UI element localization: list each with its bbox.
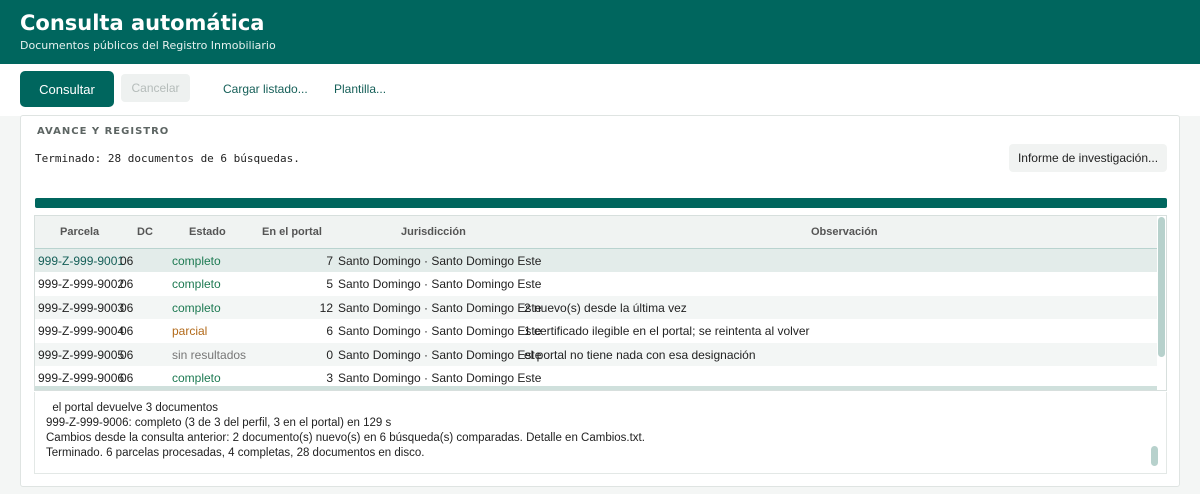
status-text: Terminado: 28 documentos de 6 búsquedas. (35, 152, 300, 165)
cell-parcela: 999-Z-999-9002 (38, 277, 125, 292)
page-title: Consulta automática (20, 11, 265, 35)
cell-jurisdiccion: Santo Domingo · Santo Domingo Este (338, 324, 542, 339)
cell-dc: 06 (120, 371, 134, 385)
consultar-button[interactable]: Consultar (20, 71, 114, 107)
cell-jurisdiccion: Santo Domingo · Santo Domingo Este (338, 347, 542, 362)
table-vertical-scrollbar[interactable] (1158, 217, 1165, 357)
table-row[interactable]: 999-Z-999-9005 06 sin resultados 0 Santo… (35, 342, 1157, 366)
cell-estado: completo (172, 300, 221, 315)
cell-parcela: 999-Z-999-9004 (38, 324, 125, 339)
informe-investigacion-button[interactable]: Informe de investigación... (1009, 144, 1167, 172)
cell-jurisdiccion: Santo Domingo · Santo Domingo Este (338, 300, 542, 315)
cell-dc: 06 (120, 277, 134, 292)
app-header: Consulta automática Documentos públicos … (0, 0, 1200, 64)
table-row[interactable]: 999-Z-999-9003 06 completo 12 Santo Domi… (35, 295, 1157, 320)
cell-dc: 06 (120, 347, 134, 362)
table-row[interactable]: 999-Z-999-9001 06 completo 7 Santo Domin… (35, 249, 1157, 273)
page-subtitle: Documentos públicos del Registro Inmobil… (20, 39, 276, 52)
cell-estado: completo (172, 277, 221, 292)
cell-jurisdiccion: Santo Domingo · Santo Domingo Este (338, 254, 542, 268)
results-table[interactable]: Parcela DC Estado En el portal Jurisdicc… (34, 215, 1167, 391)
cell-portal: 0 (326, 347, 333, 362)
cell-parcela: 999-Z-999-9005 (38, 347, 125, 362)
cell-portal: 3 (326, 371, 333, 385)
cell-parcela: 999-Z-999-9001 (38, 254, 125, 268)
progress-bar (35, 198, 1167, 208)
cell-jurisdiccion: Santo Domingo · Santo Domingo Este (338, 371, 542, 385)
column-header-portal[interactable]: En el portal (262, 226, 322, 238)
cell-portal: 12 (319, 300, 333, 315)
cell-estado: parcial (172, 324, 208, 339)
cell-observacion: el portal no tiene nada con esa designac… (524, 347, 756, 362)
column-header-estado[interactable]: Estado (189, 226, 226, 238)
log-area[interactable]: el portal devuelve 3 documentos 999-Z-99… (34, 392, 1167, 474)
progress-bar-fill (35, 198, 1167, 208)
cell-dc: 06 (120, 300, 134, 315)
cell-portal: 6 (326, 324, 333, 339)
table-row[interactable]: 999-Z-999-9004 06 parcial 6 Santo Doming… (35, 319, 1157, 342)
column-header-observacion[interactable]: Observación (811, 226, 878, 238)
column-header-jurisdiccion[interactable]: Jurisdicción (401, 226, 466, 238)
cell-portal: 7 (326, 254, 333, 268)
cell-estado: completo (172, 254, 221, 268)
log-line: el portal devuelve 3 documentos (46, 402, 218, 414)
cell-estado: completo (172, 371, 221, 385)
table-header: Parcela DC Estado En el portal Jurisdicc… (35, 216, 1157, 249)
plantilla-button[interactable]: Plantilla... (334, 82, 386, 96)
log-line: Cambios desde la consulta anterior: 2 do… (46, 432, 645, 444)
cell-parcela: 999-Z-999-9003 (38, 300, 125, 315)
cell-estado: sin resultados (172, 347, 247, 362)
log-line: 999-Z-999-9006: completo (3 de 3 del per… (46, 417, 392, 429)
log-scrollbar[interactable] (1151, 446, 1158, 466)
log-line: Terminado. 6 parcelas procesadas, 4 comp… (46, 447, 425, 459)
cell-observacion: 1 certificado ilegible en el portal; se … (524, 324, 810, 339)
panel-label: AVANCE Y REGISTRO (37, 126, 170, 137)
cell-portal: 5 (326, 277, 333, 292)
cell-dc: 06 (120, 324, 134, 339)
toolbar: Consultar Cancelar Cargar listado... Pla… (0, 64, 1200, 116)
cell-jurisdiccion: Santo Domingo · Santo Domingo Este (338, 277, 542, 292)
cell-parcela: 999-Z-999-9006 (38, 371, 125, 385)
table-horizontal-scrollbar[interactable] (35, 386, 1157, 390)
cancelar-button[interactable]: Cancelar (121, 74, 190, 102)
cargar-listado-button[interactable]: Cargar listado... (223, 82, 308, 96)
table-row[interactable]: 999-Z-999-9002 06 completo 5 Santo Domin… (35, 272, 1157, 295)
column-header-parcela[interactable]: Parcela (60, 226, 99, 238)
progress-log-panel: AVANCE Y REGISTRO Terminado: 28 document… (20, 115, 1180, 487)
cell-observacion: 2 nuevo(s) desde la última vez (524, 300, 687, 315)
column-header-dc[interactable]: DC (137, 226, 153, 238)
cell-dc: 06 (120, 254, 134, 268)
